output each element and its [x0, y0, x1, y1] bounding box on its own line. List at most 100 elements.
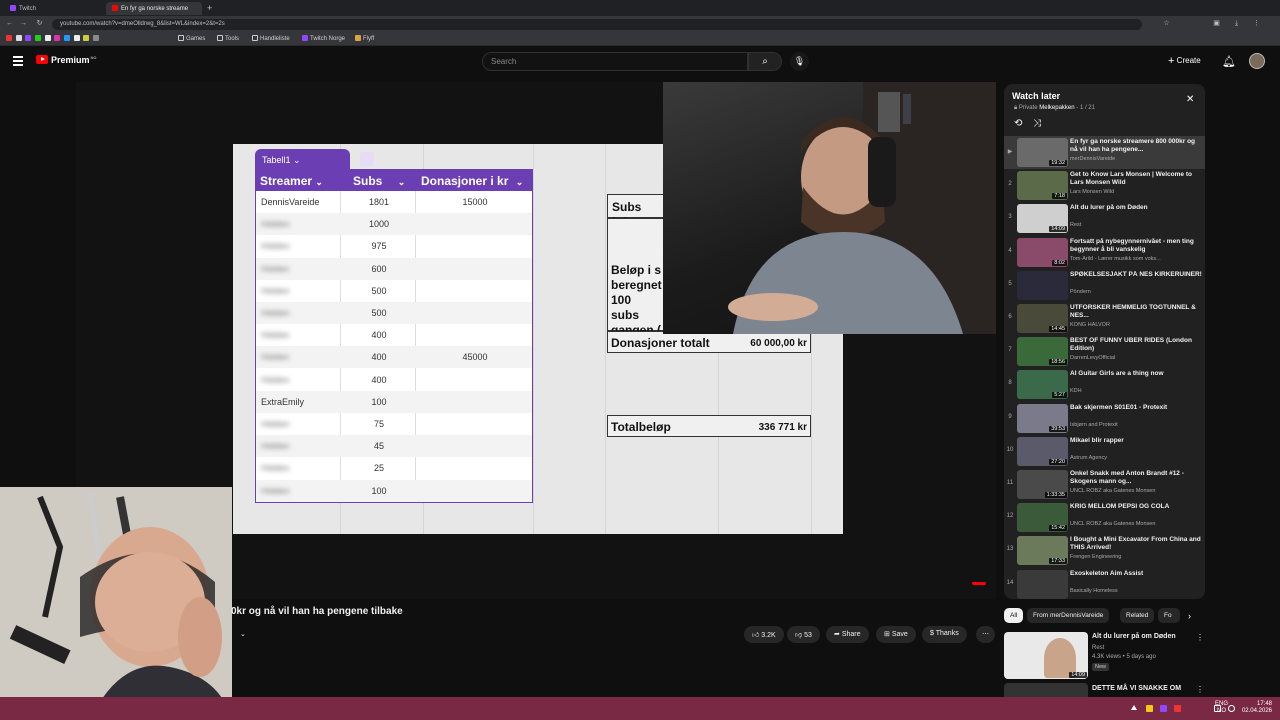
- chip-all[interactable]: All: [1004, 608, 1024, 623]
- clock[interactable]: 17:48 02.04.2026: [1242, 701, 1272, 715]
- app-icon[interactable]: [35, 35, 42, 41]
- cell-streamer: Hidden: [261, 441, 290, 452]
- dislike-button[interactable]: 👎︎ 53: [787, 626, 820, 643]
- loop-icon[interactable]: ⟲: [1014, 118, 1022, 129]
- app-icon[interactable]: [93, 35, 100, 41]
- chip-related[interactable]: Related: [1120, 608, 1155, 623]
- notifications-bell-icon[interactable]: 🔔︎: [1222, 55, 1236, 68]
- thanks-button[interactable]: $ Thanks: [922, 626, 967, 643]
- shuffle-icon[interactable]: ⤨: [1033, 118, 1041, 129]
- playlist-item[interactable]: 4 8:02 Fortsatt på nybegynnernivået - men …: [1004, 236, 1205, 269]
- more-options-icon[interactable]: ⋮: [1196, 685, 1204, 694]
- playlist-item[interactable]: 2 7:18 Get to Know Lars Monsen | Welcome t…: [1004, 169, 1205, 202]
- tray-chevron-icon[interactable]: [1131, 705, 1137, 710]
- reload-icon[interactable]: ↻: [36, 20, 43, 27]
- playlist-item-channel: UNCL ROBZ aka Gatenes Monsen: [1070, 488, 1156, 494]
- playlist-item[interactable]: 14 Exoskeleton Aim Assist Basically Homele…: [1004, 568, 1205, 599]
- playlist-item[interactable]: 11 1:33:35 Onkel Snakk med Anton Brandt #1…: [1004, 468, 1205, 501]
- browser-tab-youtube[interactable]: En fyr ga norske streame: [106, 2, 202, 15]
- menu-dots-icon[interactable]: ⋮: [1253, 20, 1260, 27]
- star-icon[interactable]: ☆: [1163, 20, 1170, 27]
- playlist-item-thumbnail: [1017, 569, 1068, 599]
- avatar[interactable]: [1249, 53, 1265, 69]
- duration-badge: 19:32: [1049, 160, 1067, 166]
- app-icon[interactable]: [83, 35, 90, 41]
- playlist-item-channel: Tom-Arild - Lærer musikk som voks...: [1070, 255, 1161, 262]
- playlist-item[interactable]: 7 18:56 BEST OF FUNNY UBER RIDES (London E…: [1004, 335, 1205, 368]
- more-options-icon[interactable]: ⋮: [1196, 633, 1204, 642]
- playlist-item[interactable]: 10 27:20 Mikael blir rapper Astrum Agency: [1004, 435, 1205, 468]
- bookmark-folder-tools[interactable]: Tools: [217, 35, 239, 42]
- like-button[interactable]: 👍︎ 3.2K: [744, 626, 784, 643]
- playlist-item-channel: Frengen Engineering: [1070, 554, 1122, 561]
- bookmark-flyff[interactable]: Flyff: [355, 35, 374, 42]
- app-icon[interactable]: [6, 35, 12, 41]
- forward-icon[interactable]: →: [20, 20, 27, 27]
- volume-icon[interactable]: [1228, 705, 1235, 712]
- tray-app-icon[interactable]: [1146, 705, 1153, 712]
- extensions-icon[interactable]: ▣: [1213, 20, 1220, 27]
- chevron-down-icon: ⌄: [515, 177, 524, 187]
- playlist-item[interactable]: 5 SPØKELSESJAKT PÅ NES KIRKERUINER! Pönder…: [1004, 269, 1205, 302]
- playlist-item-channel: DarrenLevyOfficial: [1070, 355, 1116, 362]
- playlist-item-index: 13: [1006, 546, 1014, 553]
- instagram-icon[interactable]: [54, 35, 61, 41]
- plus-icon: +: [1168, 55, 1175, 67]
- playlist-item-channel: Rest: [1070, 222, 1082, 229]
- playlist-item-title: BEST OF FUNNY UBER RIDES (London Edition…: [1070, 337, 1192, 353]
- url-input[interactable]: youtube.com/watch?v=dmeOlldrwg_8&list=WL…: [52, 19, 1142, 30]
- duration-badge: 27:20: [1049, 458, 1067, 465]
- new-badge: New: [1092, 663, 1110, 671]
- bookmark-folder-handleliste[interactable]: Handleliste: [252, 35, 290, 42]
- download-icon[interactable]: ⤓: [1233, 20, 1240, 27]
- next-recommended-title[interactable]: DETTE MÅ VI SNAKKE OM: [1092, 685, 1181, 692]
- x-icon[interactable]: [15, 35, 22, 41]
- playlist-item[interactable]: 8 5:27 AI Guitar Girls are a thing now KDH: [1004, 368, 1205, 401]
- playlist-item[interactable]: 12 15:42 KRIG MELLOM PEPSI OG COLA UNCL ROB…: [1004, 501, 1205, 534]
- browser-tab-twitch[interactable]: Twitch: [4, 2, 104, 15]
- chevron-down-icon: ⌄: [293, 155, 301, 165]
- bookmark-twitch-norge[interactable]: Twitch Norge: [302, 35, 345, 42]
- playlist-item[interactable]: 6 14:45 UTFORSKER HEMMELIG TOGTUNNEL & NES…: [1004, 302, 1205, 335]
- back-icon[interactable]: ←: [6, 20, 13, 27]
- belop-label: Beløp i s beregnet 100 subs gangen (: [607, 218, 665, 337]
- app-icon[interactable]: [64, 35, 71, 41]
- tray-app-icon[interactable]: [1174, 705, 1181, 712]
- donasjoner-total-row: Donasjoner totalt 60 000,00 kr: [607, 331, 811, 353]
- playlist-item[interactable]: 13 17:33 I Bought a Mini Excavator From Ch…: [1004, 534, 1205, 567]
- save-button[interactable]: ⊞ Save: [876, 626, 916, 643]
- playlist-item-thumbnail: 14:09: [1017, 204, 1068, 234]
- more-actions-icon[interactable]: ⋯: [976, 626, 995, 643]
- channel-dropdown-button[interactable]: ⌄: [232, 626, 254, 643]
- network-icon[interactable]: [1214, 705, 1221, 712]
- chevron-right-icon[interactable]: ›: [1188, 611, 1191, 621]
- cell-streamer: Hidden: [261, 352, 290, 363]
- twitch-icon[interactable]: [25, 35, 32, 41]
- next-recommended-thumbnail[interactable]: [1004, 683, 1088, 697]
- mic-icon[interactable]: 🎙: [790, 52, 809, 71]
- chip-from-channel[interactable]: From merDennisVareide: [1027, 608, 1110, 623]
- playlist-item[interactable]: 3 14:09 Alt du lurer på om Døden Rest: [1004, 202, 1205, 235]
- playlist-item[interactable]: 9 39:53 Bak skjermen S01E01 - Protexit Isbj…: [1004, 402, 1205, 435]
- search-icon[interactable]: ⌕: [748, 52, 782, 71]
- tiktok-icon[interactable]: [44, 35, 51, 41]
- chip-for-you[interactable]: Fo: [1158, 608, 1180, 623]
- close-icon[interactable]: ✕: [1186, 94, 1194, 105]
- search-input[interactable]: Search: [482, 52, 748, 71]
- playlist-item[interactable]: ▶ 19:32 En fyr ga norske streamere 800 000…: [1004, 136, 1205, 169]
- tray-app-icon[interactable]: [1160, 705, 1167, 712]
- duration-badge: 8:02: [1052, 259, 1067, 266]
- table-row: Hidden 75: [256, 413, 532, 435]
- app-icon[interactable]: [73, 35, 80, 41]
- create-button[interactable]: + Create: [1168, 55, 1201, 67]
- guest-person-image: [728, 82, 996, 334]
- table-row: Hidden 500: [256, 302, 532, 324]
- new-tab-button[interactable]: +: [204, 2, 218, 15]
- youtube-logo[interactable]: PremiumNO: [36, 55, 97, 65]
- share-button[interactable]: ➦ Share: [826, 626, 869, 643]
- recommended-video[interactable]: 14:09 Alt du lurer på om Døden Rest 4.3K…: [1004, 632, 1204, 680]
- lock-icon: 🔒︎: [1014, 105, 1018, 111]
- duration-badge: 17:33: [1049, 558, 1067, 565]
- bookmark-folder-games[interactable]: Games: [178, 35, 205, 42]
- hamburger-menu-icon[interactable]: [13, 56, 23, 66]
